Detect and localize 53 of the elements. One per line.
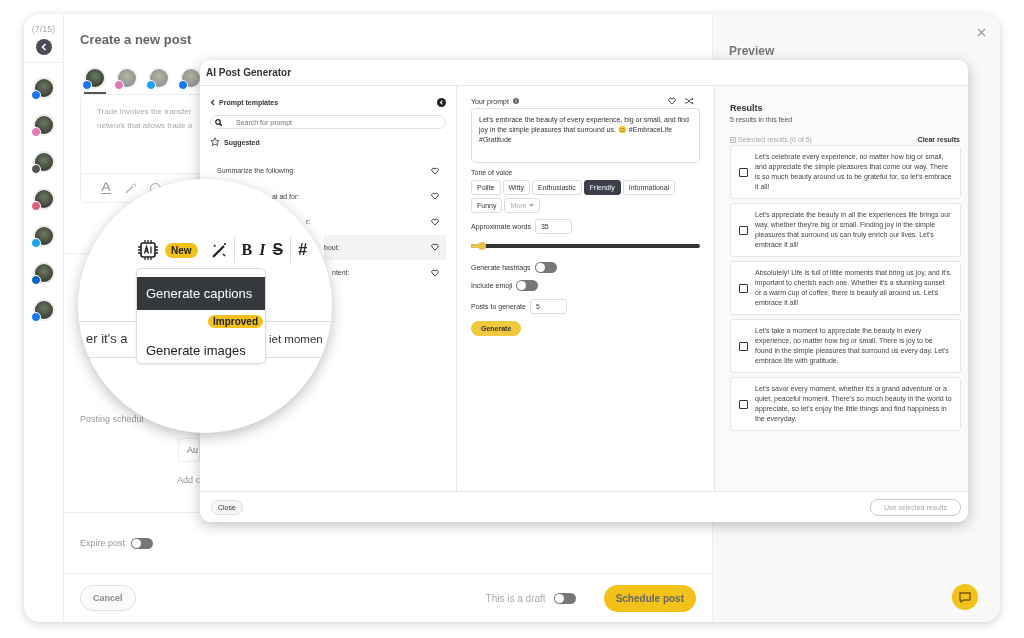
info-icon	[512, 98, 519, 104]
collapse-button[interactable]	[437, 98, 446, 107]
words-slider[interactable]	[471, 244, 700, 248]
heart-icon[interactable]	[431, 166, 439, 175]
new-badge: New	[165, 242, 198, 258]
preview-title: Preview	[729, 44, 775, 58]
emoji-toggle[interactable]	[516, 280, 539, 291]
menu-label: Generate captions	[146, 286, 253, 301]
heart-icon[interactable]	[431, 192, 439, 201]
ai-chip-icon[interactable]	[138, 240, 158, 260]
shuffle-icon[interactable]	[685, 97, 694, 105]
star-icon	[210, 137, 220, 147]
menu-item[interactable]: Improved Generate images	[137, 310, 265, 364]
chevron-left-icon[interactable]	[210, 99, 215, 106]
heart-icon[interactable]	[668, 97, 676, 105]
cancel-button[interactable]: Cancel	[80, 585, 136, 611]
section-label: Posting schedul	[80, 414, 144, 424]
checkbox[interactable]	[739, 167, 748, 177]
page-title: Create a new post	[79, 31, 193, 47]
search-icon	[215, 118, 222, 126]
improved-badge: Improved	[208, 315, 263, 328]
italic-button[interactable]: I	[259, 241, 266, 259]
wand-icon[interactable]	[210, 242, 227, 258]
schedule-button[interactable]: Schedule post	[603, 584, 696, 612]
hashtags-toggle[interactable]	[534, 262, 557, 273]
back-button[interactable]	[35, 39, 52, 55]
checkbox[interactable]	[739, 283, 748, 293]
toggle-label: This is a draft	[485, 592, 546, 604]
post-counter: (7/15)	[31, 24, 56, 34]
strike-button[interactable]: S	[272, 241, 284, 259]
wand-icon	[125, 182, 136, 194]
post-text-line: Trade involves the transfer	[97, 106, 192, 118]
post-text-fragment: iet momen	[269, 333, 323, 345]
results-title: Results	[730, 103, 764, 113]
hashtag-button[interactable]: #	[298, 241, 308, 259]
checkbox[interactable]	[739, 399, 748, 409]
checkbox[interactable]	[739, 341, 748, 351]
close-icon[interactable]	[977, 28, 986, 37]
menu-label: Generate images	[146, 343, 246, 358]
caret-icon	[529, 204, 535, 207]
checkbox[interactable]	[739, 225, 748, 235]
post-text-line: network that allows trade a	[97, 120, 193, 132]
heart-icon[interactable]	[431, 243, 439, 252]
text-color-icon	[101, 182, 111, 194]
toggle-label: Expire post	[80, 538, 126, 548]
post-text-fragment: er it's a	[86, 331, 128, 346]
heart-icon[interactable]	[431, 217, 439, 226]
heart-icon[interactable]	[431, 268, 439, 277]
expire-toggle[interactable]	[131, 537, 154, 549]
menu-item[interactable]: Generate captions	[137, 277, 265, 310]
draft-toggle[interactable]	[553, 592, 576, 604]
bold-button[interactable]: B	[241, 241, 253, 259]
chat-button[interactable]	[952, 584, 978, 610]
